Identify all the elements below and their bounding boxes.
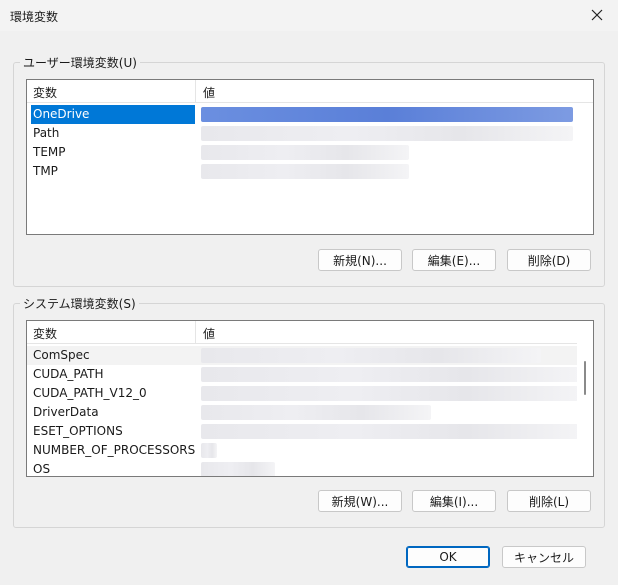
- user-variables-legend: ユーザー環境変数(U): [23, 56, 137, 70]
- user-new-button[interactable]: 新規(N)...: [318, 249, 402, 271]
- column-divider[interactable]: [195, 321, 196, 343]
- row-value-redacted: [201, 145, 409, 160]
- table-row[interactable]: Path: [27, 124, 593, 143]
- table-row[interactable]: OneDrive: [27, 105, 593, 124]
- close-icon: [591, 9, 603, 21]
- user-list-header: 変数 値: [27, 80, 593, 103]
- row-value-redacted: [201, 462, 275, 476]
- row-value-redacted: [201, 367, 581, 382]
- ok-button[interactable]: OK: [406, 546, 490, 568]
- row-variable-name: NUMBER_OF_PROCESSORS: [33, 443, 196, 457]
- table-row[interactable]: TMP: [27, 162, 593, 181]
- row-variable-name: OS: [33, 462, 51, 476]
- row-variable-name: Path: [33, 126, 60, 140]
- column-header-value[interactable]: 値: [203, 84, 215, 101]
- table-row[interactable]: CUDA_PATH_V12_0: [27, 384, 593, 403]
- column-header-variable[interactable]: 変数: [33, 84, 57, 101]
- table-row[interactable]: NUMBER_OF_PROCESSORS: [27, 441, 593, 460]
- row-value-redacted: [201, 386, 581, 401]
- system-edit-button[interactable]: 編集(I)...: [412, 490, 496, 512]
- row-variable-name: OneDrive: [33, 107, 90, 121]
- row-variable-name: CUDA_PATH: [33, 367, 104, 381]
- row-variable-name: TMP: [33, 164, 58, 178]
- table-row[interactable]: DriverData: [27, 403, 593, 422]
- vertical-scrollbar[interactable]: [577, 343, 593, 476]
- scrollbar-thumb[interactable]: [584, 361, 586, 395]
- row-value-redacted: [201, 424, 581, 439]
- table-row[interactable]: OS: [27, 460, 593, 476]
- title-bar: 環境変数: [0, 0, 618, 31]
- user-variables-list[interactable]: 変数 値 OneDrive Path TEMP TMP: [26, 79, 594, 235]
- row-value-redacted: [201, 164, 409, 179]
- row-value-redacted: [201, 443, 217, 458]
- row-value-redacted: [201, 126, 573, 141]
- row-variable-name: TEMP: [33, 145, 66, 159]
- user-edit-button[interactable]: 編集(E)...: [412, 249, 496, 271]
- cancel-button[interactable]: キャンセル: [502, 546, 586, 568]
- row-value-redacted: [201, 405, 431, 420]
- row-variable-name: ESET_OPTIONS: [33, 424, 123, 438]
- system-new-button[interactable]: 新規(W)...: [318, 490, 402, 512]
- table-row[interactable]: ComSpec: [27, 346, 593, 365]
- column-header-value[interactable]: 値: [203, 325, 215, 342]
- system-variables-legend: システム環境変数(S): [23, 297, 136, 311]
- close-button[interactable]: [586, 4, 608, 26]
- column-header-variable[interactable]: 変数: [33, 325, 57, 342]
- system-list-header: 変数 値: [27, 321, 593, 344]
- row-variable-name: ComSpec: [33, 348, 90, 362]
- system-variables-list[interactable]: 変数 値 ComSpec CUDA_PATH CUDA_PATH_V12_0 D…: [26, 320, 594, 477]
- column-divider[interactable]: [195, 80, 196, 102]
- row-value-redacted: [201, 348, 541, 363]
- table-row[interactable]: TEMP: [27, 143, 593, 162]
- table-row[interactable]: CUDA_PATH: [27, 365, 593, 384]
- row-variable-name: DriverData: [33, 405, 99, 419]
- row-variable-name: CUDA_PATH_V12_0: [33, 386, 147, 400]
- row-value-redacted: [201, 107, 573, 122]
- user-delete-button[interactable]: 削除(D): [507, 249, 591, 271]
- window-title: 環境変数: [10, 10, 59, 24]
- table-row[interactable]: ESET_OPTIONS: [27, 422, 593, 441]
- system-delete-button[interactable]: 削除(L): [507, 490, 591, 512]
